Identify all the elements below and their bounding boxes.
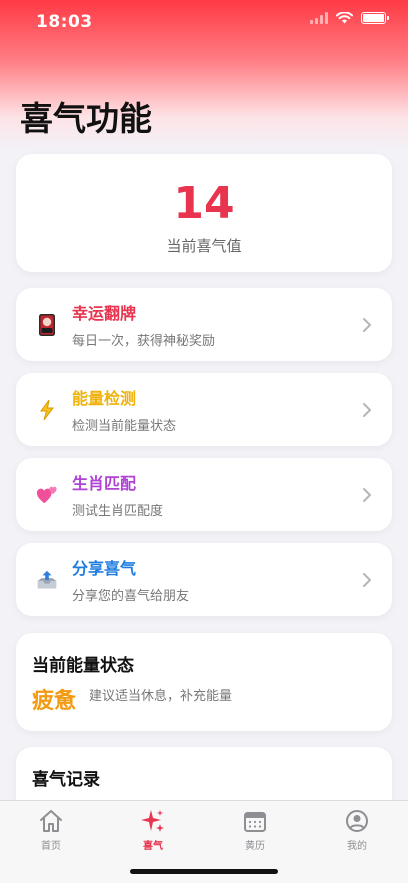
feature-title: 能量检测 xyxy=(72,389,137,408)
chevron-right-icon xyxy=(356,487,378,503)
sparkle-icon xyxy=(141,810,164,832)
tab-label: 首页 xyxy=(41,841,61,852)
feature-subtitle: 检测当前能量状态 xyxy=(72,419,177,434)
tab-label: 喜气 xyxy=(143,841,163,852)
tab-almanac[interactable]: 黄历 xyxy=(215,807,295,852)
feature-title: 幸运翻牌 xyxy=(72,304,137,323)
chevron-right-icon xyxy=(356,317,378,333)
page-title: 喜气功能 xyxy=(20,99,152,138)
tab-xiqi[interactable]: 喜气 xyxy=(113,807,193,852)
profile-icon xyxy=(346,810,368,832)
feature-zodiac-match[interactable]: 生肖匹配 测试生肖匹配度 xyxy=(16,458,392,531)
tab-profile[interactable]: 我的 xyxy=(317,807,397,852)
energy-status-value: 疲惫 xyxy=(32,689,77,714)
two-hearts-icon xyxy=(36,483,58,507)
energy-status-card: 当前能量状态 疲惫 建议适当休息，补充能量 xyxy=(16,633,392,731)
outbox-tray-icon xyxy=(36,568,58,592)
xiqi-value: 14 xyxy=(173,178,235,229)
status-bar: 18:03 xyxy=(0,0,408,44)
xiqi-value-label: 当前喜气值 xyxy=(166,237,242,255)
xiqi-value-card: 14 当前喜气值 xyxy=(16,154,392,272)
tab-label: 我的 xyxy=(347,841,367,852)
calendar-icon xyxy=(244,812,266,832)
wifi-icon xyxy=(336,12,353,24)
status-icons xyxy=(310,12,389,24)
records-heading: 喜气记录 xyxy=(32,770,100,790)
feature-title: 生肖匹配 xyxy=(72,474,137,493)
feature-subtitle: 分享您的喜气给朋友 xyxy=(72,589,190,604)
feature-lucky-flip[interactable]: 幸运翻牌 每日一次，获得神秘奖励 xyxy=(16,288,392,361)
feature-energy-detect[interactable]: 能量检测 检测当前能量状态 xyxy=(16,373,392,446)
feature-subtitle: 测试生肖匹配度 xyxy=(72,504,164,519)
chevron-right-icon xyxy=(356,572,378,588)
feature-share-xiqi[interactable]: 分享喜气 分享您的喜气给朋友 xyxy=(16,543,392,616)
energy-heading: 当前能量状态 xyxy=(32,656,134,676)
status-time: 18:03 xyxy=(36,12,93,32)
chevron-right-icon xyxy=(356,402,378,418)
feature-title: 分享喜气 xyxy=(72,559,137,578)
feature-subtitle: 每日一次，获得神秘奖励 xyxy=(72,334,216,349)
tab-home[interactable]: 首页 xyxy=(11,807,91,852)
tab-label: 黄历 xyxy=(245,841,265,852)
energy-tip: 建议适当休息，补充能量 xyxy=(89,689,233,704)
battery-icon xyxy=(361,12,389,24)
lightning-icon xyxy=(36,398,58,422)
home-indicator xyxy=(130,869,278,874)
cellular-signal-icon xyxy=(310,12,328,24)
home-icon xyxy=(40,810,62,832)
lucky-card-icon xyxy=(36,313,58,337)
